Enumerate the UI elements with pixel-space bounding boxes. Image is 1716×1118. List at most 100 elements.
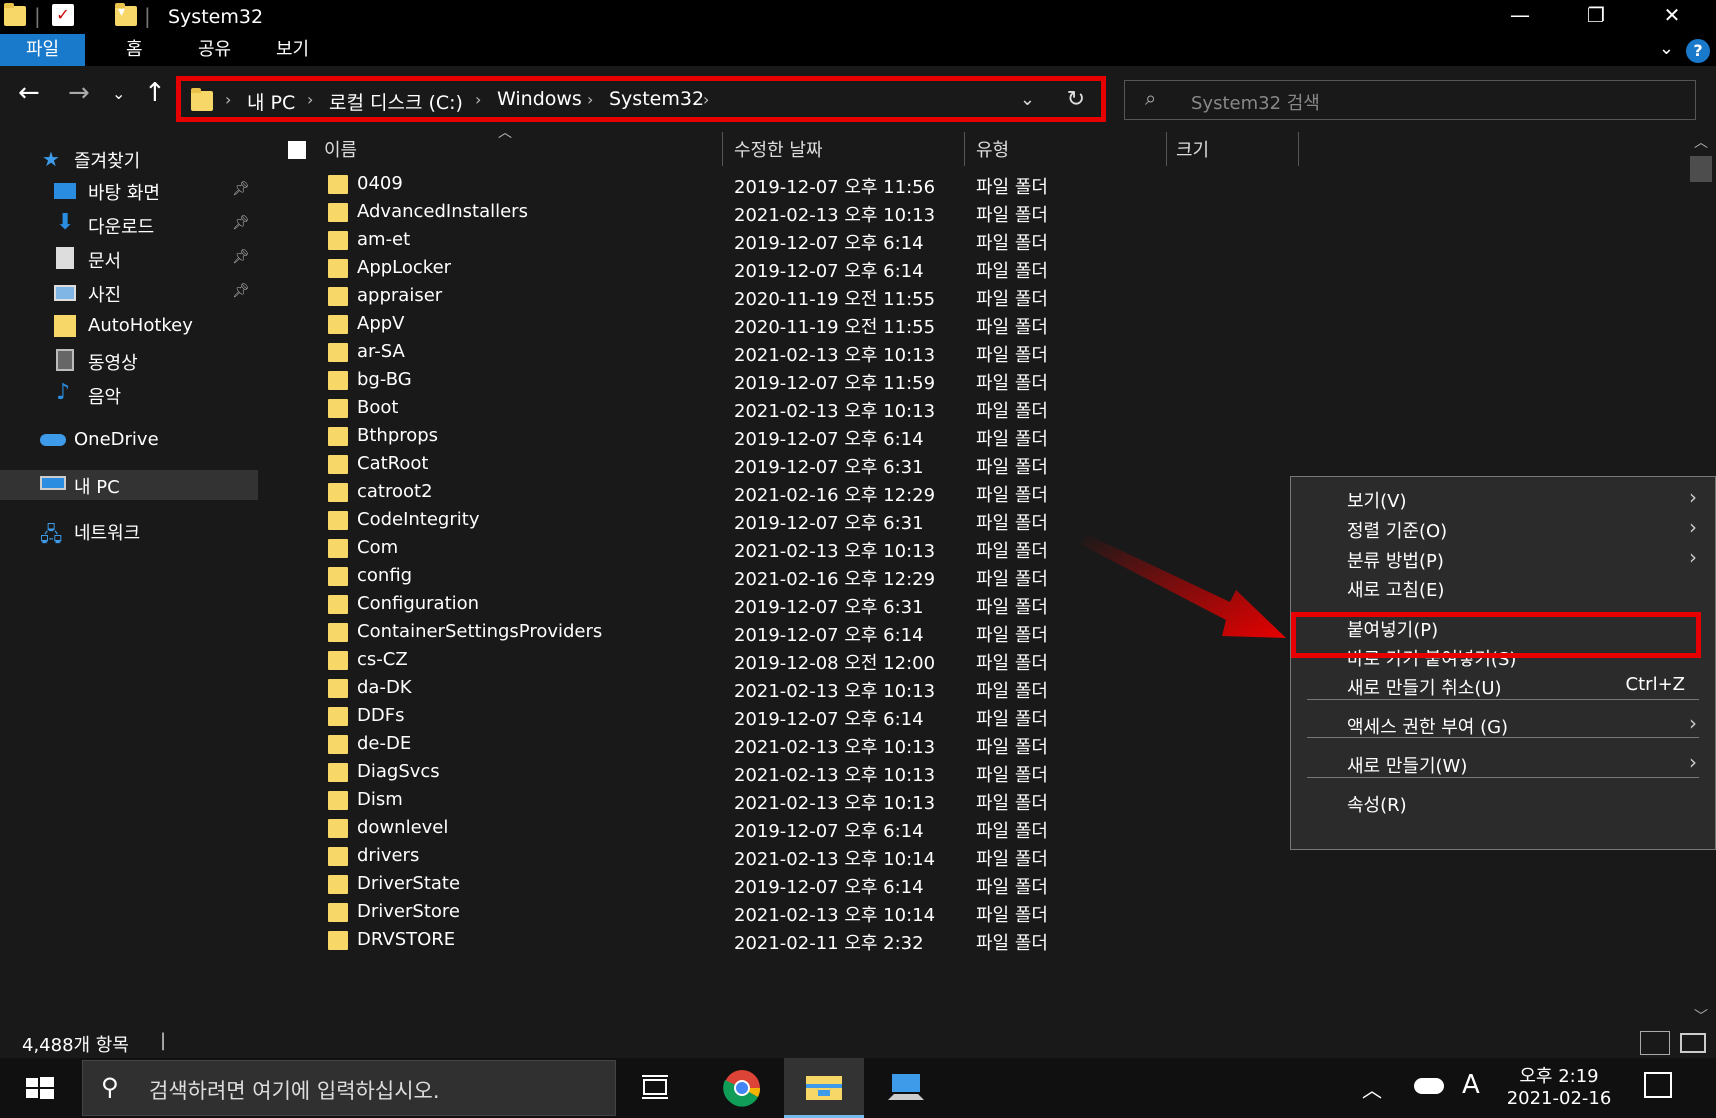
up-icon[interactable]: ↑ [144,78,166,108]
task-view-button[interactable] [616,1058,696,1118]
sidebar-item-pictures[interactable]: 사진 📌︎ [0,278,262,308]
table-row[interactable]: AppLocker 2019-12-07 오후 6:14 파일 폴더 [266,254,1566,284]
table-row[interactable]: AdvancedInstallers 2021-02-13 오후 10:13 파일 … [266,198,1566,228]
breadcrumb-separator[interactable]: › [475,90,481,109]
breadcrumb-this-pc[interactable]: 내 PC [247,88,295,115]
column-header-size[interactable]: 크기 [1176,136,1209,162]
show-hidden-icons-icon[interactable]: ︿ [1362,1074,1382,1103]
forward-icon[interactable]: → [68,78,90,108]
sidebar-item-this-pc[interactable]: 내 PC [0,470,258,500]
sidebar-item-quick-access[interactable]: ★ 즐겨찾기 [0,144,262,174]
ribbon-expand-icon[interactable]: ⌄ [1659,38,1674,59]
sidebar-item-videos[interactable]: 동영상 [0,346,262,376]
table-row[interactable]: bg-BG 2019-12-07 오후 11:59 파일 폴더 [266,366,1566,396]
column-header-modified[interactable]: 수정한 날짜 [734,136,823,162]
context-menu-item[interactable]: 액세스 권한 부여 (G) › [1291,709,1715,739]
file-name[interactable]: catroot2 [357,481,433,502]
tab-share[interactable]: 공유 [172,34,257,66]
context-menu-item[interactable]: 분류 방법(P) › [1291,543,1715,573]
tab-home[interactable]: 홈 [100,34,169,66]
notification-center-icon[interactable] [1644,1072,1672,1098]
column-divider[interactable] [964,132,965,166]
file-name[interactable]: 0409 [357,173,403,194]
scroll-down-icon[interactable]: ﹀ [1694,1006,1708,1026]
context-menu-item[interactable]: 새로 고침(E) [1291,572,1715,602]
breadcrumb-windows[interactable]: Windows [497,88,582,110]
sidebar-item-desktop[interactable]: 바탕 화면 📌︎ [0,176,262,206]
tab-view[interactable]: 보기 [250,34,335,66]
column-divider[interactable] [722,132,723,166]
file-name[interactable]: CatRoot [357,453,428,474]
address-bar[interactable]: › 내 PC › 로컬 디스크 (C:) › Windows › System3… [176,76,1106,122]
table-row[interactable]: appraiser 2020-11-19 오전 11:55 파일 폴더 [266,282,1566,312]
file-name[interactable]: CodeIntegrity [357,509,479,530]
scroll-thumb[interactable] [1690,156,1712,182]
context-menu-item[interactable]: 새로 만들기 취소(U) Ctrl+Z [1291,670,1715,700]
file-name[interactable]: DriverStore [357,901,460,922]
sidebar-item-downloads[interactable]: ⬇ 다운로드 📌︎ [0,210,262,240]
remote-desktop-taskbar-button[interactable] [866,1058,946,1118]
refresh-icon[interactable]: ↻ [1067,87,1085,112]
file-name[interactable]: Com [357,537,398,558]
file-name[interactable]: cs-CZ [357,649,408,670]
file-name[interactable]: downlevel [357,817,448,838]
table-row[interactable]: AppV 2020-11-19 오전 11:55 파일 폴더 [266,310,1566,340]
sidebar-item-autohotkey[interactable]: AutoHotkey [0,312,262,342]
file-name[interactable]: de-DE [357,733,411,754]
file-name[interactable]: drivers [357,845,419,866]
sidebar-item-documents[interactable]: 문서 📌︎ [0,244,262,274]
file-name[interactable]: Configuration [357,593,479,614]
file-name[interactable]: da-DK [357,677,412,698]
file-name[interactable]: config [357,565,412,586]
onedrive-tray-icon[interactable] [1414,1078,1444,1094]
close-button[interactable]: ✕ [1634,0,1710,32]
file-name[interactable]: AppV [357,313,404,334]
breadcrumb-separator[interactable]: › [307,90,313,109]
file-name[interactable]: ContainerSettingsProviders [357,621,602,642]
file-name[interactable]: Boot [357,397,398,418]
file-name[interactable]: DRVSTORE [357,929,455,950]
table-row[interactable]: ar-SA 2021-02-13 오후 10:13 파일 폴더 [266,338,1566,368]
file-name[interactable]: DiagSvcs [357,761,440,782]
clock-time[interactable]: 오후 2:19 [1504,1062,1614,1088]
table-row[interactable]: DriverStore 2021-02-13 오후 10:14 파일 폴더 [266,898,1566,928]
properties-icon[interactable]: ✓ [52,4,74,26]
file-name[interactable]: Dism [357,789,403,810]
context-menu-item[interactable]: 새로 만들기(W) › [1291,748,1715,778]
customize-qat-icon[interactable]: ▾ [118,4,125,20]
help-icon[interactable]: ? [1686,39,1710,63]
breadcrumb-separator[interactable]: › [703,90,709,109]
breadcrumb-local-disk[interactable]: 로컬 디스크 (C:) [329,88,463,115]
table-row[interactable]: DriverState 2019-12-07 오후 6:14 파일 폴더 [266,870,1566,900]
table-row[interactable]: am-et 2019-12-07 오후 6:14 파일 폴더 [266,226,1566,256]
breadcrumb-separator[interactable]: › [587,90,593,109]
clock-date[interactable]: 2021-02-16 [1504,1088,1614,1109]
ime-indicator[interactable]: A [1462,1070,1480,1100]
file-explorer-taskbar-button[interactable] [784,1058,864,1118]
large-icons-view-icon[interactable] [1680,1033,1706,1053]
file-name[interactable]: ar-SA [357,341,405,362]
details-view-icon[interactable] [1640,1031,1670,1055]
context-menu-item[interactable]: 정렬 기준(O) › [1291,513,1715,543]
chrome-taskbar-button[interactable] [702,1058,782,1118]
sidebar-item-music[interactable]: ♪ 음악 [0,380,262,410]
context-menu-item[interactable]: 속성(R) [1291,787,1715,817]
scroll-up-icon[interactable]: ︿ [1694,132,1708,152]
file-name[interactable]: DriverState [357,873,460,894]
pin-icon[interactable]: 📌︎ [232,283,250,299]
file-name[interactable]: DDFs [357,705,404,726]
pin-icon[interactable]: 📌︎ [232,249,250,265]
start-button[interactable] [0,1058,80,1118]
file-name[interactable]: bg-BG [357,369,412,390]
sidebar-item-network[interactable]: 🖧︎ 네트워크 [0,516,262,546]
file-name[interactable]: AppLocker [357,257,451,278]
file-name[interactable]: am-et [357,229,410,250]
recent-locations-icon[interactable]: ⌄ [112,84,125,103]
breadcrumb-separator[interactable]: › [225,90,231,109]
taskbar-search-input[interactable]: ⚲ 검색하려면 여기에 입력하십시오. [82,1060,616,1116]
file-name[interactable]: AdvancedInstallers [357,201,528,222]
column-divider[interactable] [1166,132,1167,166]
table-row[interactable]: 0409 2019-12-07 오후 11:56 파일 폴더 [266,170,1566,200]
context-menu-item[interactable]: 보기(V) › [1291,483,1715,513]
tab-file[interactable]: 파일 [0,34,86,66]
